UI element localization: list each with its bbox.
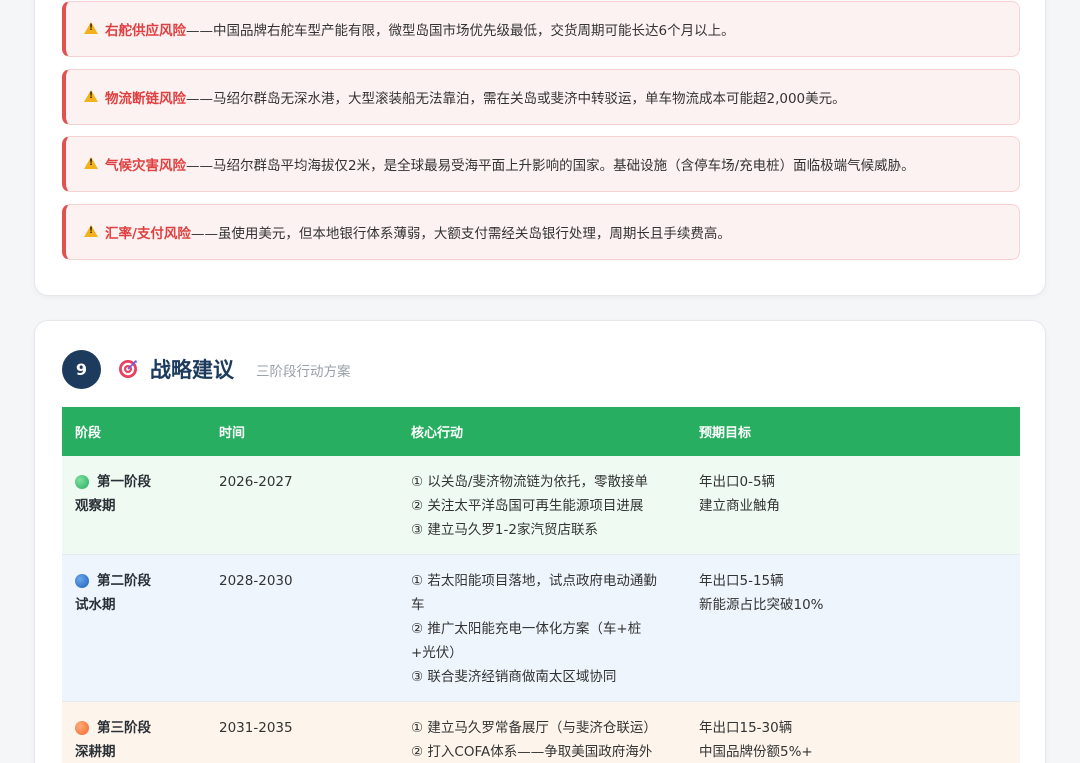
phase-name: 第一阶段 [97, 474, 151, 490]
action-line: ② 关注太平洋岛国可再生能源项目进展 [411, 498, 644, 514]
column-header: 核心行动 [398, 407, 686, 456]
warning-icon [84, 22, 98, 34]
goals-cell: 年出口0-5辆 建立商业触角 [686, 456, 1020, 555]
time-cell: 2026-2027 [206, 456, 398, 555]
risk-name: 物流断链风险 [105, 91, 186, 107]
actions-cell: ① 以关岛/斐济物流链为依托，零散接单 ② 关注太平洋岛国可再生能源项目进展 ③… [398, 456, 686, 555]
goals-cell: 年出口15-30辆 中国品牌份额5%+ [686, 701, 1020, 763]
target-icon [118, 359, 138, 379]
action-line: ③ 建立马久罗1-2家汽贸店联系 [411, 522, 598, 538]
goal-line: 新能源占比突破10% [699, 597, 824, 613]
phase-cell: 第一阶段 观察期 [62, 456, 206, 555]
strategy-card: 9 战略建议 三阶段行动方案 阶段 时间 核心行动 预期目标 第一阶段 观察期 … [34, 320, 1046, 763]
warning-icon [84, 157, 98, 169]
actions-cell: ① 建立马久罗常备展厅（与斐济仓联运） ② 打入COFA体系——争取美国政府海外 [398, 701, 686, 763]
goal-line: 年出口0-5辆 [699, 474, 776, 490]
goal-line: 中国品牌份额5%+ [699, 744, 813, 760]
risk-name: 汇率/支付风险 [105, 226, 191, 242]
orange-dot-icon [75, 721, 89, 735]
phase-name: 第三阶段 [97, 720, 151, 736]
table-row: 第一阶段 观察期 2026-2027 ① 以关岛/斐济物流链为依托，零散接单 ②… [62, 456, 1020, 555]
action-line: +光伏） [411, 645, 463, 661]
goals-cell: 年出口5-15辆 新能源占比突破10% [686, 554, 1020, 702]
goal-line: 建立商业触角 [699, 498, 780, 514]
strategy-table: 阶段 时间 核心行动 预期目标 第一阶段 观察期 2026-2027 ① 以关岛… [62, 407, 1020, 763]
actions-cell: ① 若太阳能项目落地，试点政府电动通勤 车 ② 推广太阳能充电一体化方案（车+桩… [398, 554, 686, 702]
action-line: ③ 联合斐济经销商做南太区域协同 [411, 669, 617, 685]
green-dot-icon [75, 475, 89, 489]
section-subtitle: 三阶段行动方案 [256, 364, 351, 380]
risk-desc: ——虽使用美元，但本地银行体系薄弱，大额支付需经关岛银行处理，周期长且手续费高。 [190, 226, 731, 242]
action-line: ① 以关岛/斐济物流链为依托，零散接单 [411, 474, 648, 490]
blue-dot-icon [75, 574, 89, 588]
action-line: ① 若太阳能项目落地，试点政府电动通勤 [411, 573, 657, 589]
table-header-row: 阶段 时间 核心行动 预期目标 [62, 407, 1020, 456]
table-row: 第三阶段 深耕期 2031-2035 ① 建立马久罗常备展厅（与斐济仓联运） ②… [62, 701, 1020, 763]
phase-name: 第二阶段 [97, 573, 151, 589]
column-header: 阶段 [62, 407, 206, 456]
risk-name: 右舵供应风险 [105, 23, 186, 39]
column-header: 预期目标 [686, 407, 1020, 456]
action-line: 车 [411, 597, 425, 613]
risk-item: 右舵供应风险 ——中国品牌右舵车型产能有限，微型岛国市场优先级最低，交货周期可能… [62, 1, 1020, 57]
risk-desc: ——马绍尔群岛无深水港，大型滚装船无法靠泊，需在关岛或斐济中转驳运，单车物流成本… [186, 91, 846, 107]
phase-period: 观察期 [75, 498, 116, 514]
action-line: ② 打入COFA体系——争取美国政府海外 [411, 744, 653, 760]
warning-icon [84, 225, 98, 237]
action-line: ① 建立马久罗常备展厅（与斐济仓联运） [411, 720, 657, 736]
goal-line: 年出口15-30辆 [699, 720, 793, 736]
time-cell: 2031-2035 [206, 701, 398, 763]
column-header: 时间 [206, 407, 398, 456]
risk-item: 气候灾害风险 ——马绍尔群岛平均海拔仅2米，是全球最易受海平面上升影响的国家。基… [62, 136, 1020, 192]
risk-desc: ——中国品牌右舵车型产能有限，微型岛国市场优先级最低，交货周期可能长达6个月以上… [186, 23, 735, 39]
goal-line: 年出口5-15辆 [699, 573, 784, 589]
phase-period: 试水期 [75, 597, 116, 613]
action-line: ② 推广太阳能充电一体化方案（车+桩 [411, 621, 642, 637]
warning-icon [84, 90, 98, 102]
time-cell: 2028-2030 [206, 554, 398, 702]
phase-cell: 第三阶段 深耕期 [62, 701, 206, 763]
phase-cell: 第二阶段 试水期 [62, 554, 206, 702]
risk-card: 右舵供应风险 ——中国品牌右舵车型产能有限，微型岛国市场优先级最低，交货周期可能… [34, 0, 1046, 296]
risk-item: 汇率/支付风险 ——虽使用美元，但本地银行体系薄弱，大额支付需经关岛银行处理，周… [62, 204, 1020, 260]
section-number-badge: 9 [62, 349, 101, 389]
phase-period: 深耕期 [75, 744, 116, 760]
risk-desc: ——马绍尔群岛平均海拔仅2米，是全球最易受海平面上升影响的国家。基础设施（含停车… [186, 158, 915, 174]
table-row: 第二阶段 试水期 2028-2030 ① 若太阳能项目落地，试点政府电动通勤 车… [62, 554, 1020, 702]
section-title: 战略建议 [150, 358, 234, 382]
risk-item: 物流断链风险 ——马绍尔群岛无深水港，大型滚装船无法靠泊，需在关岛或斐济中转驳运… [62, 69, 1020, 125]
risk-name: 气候灾害风险 [105, 158, 186, 174]
section-header: 9 战略建议 三阶段行动方案 [62, 349, 351, 389]
